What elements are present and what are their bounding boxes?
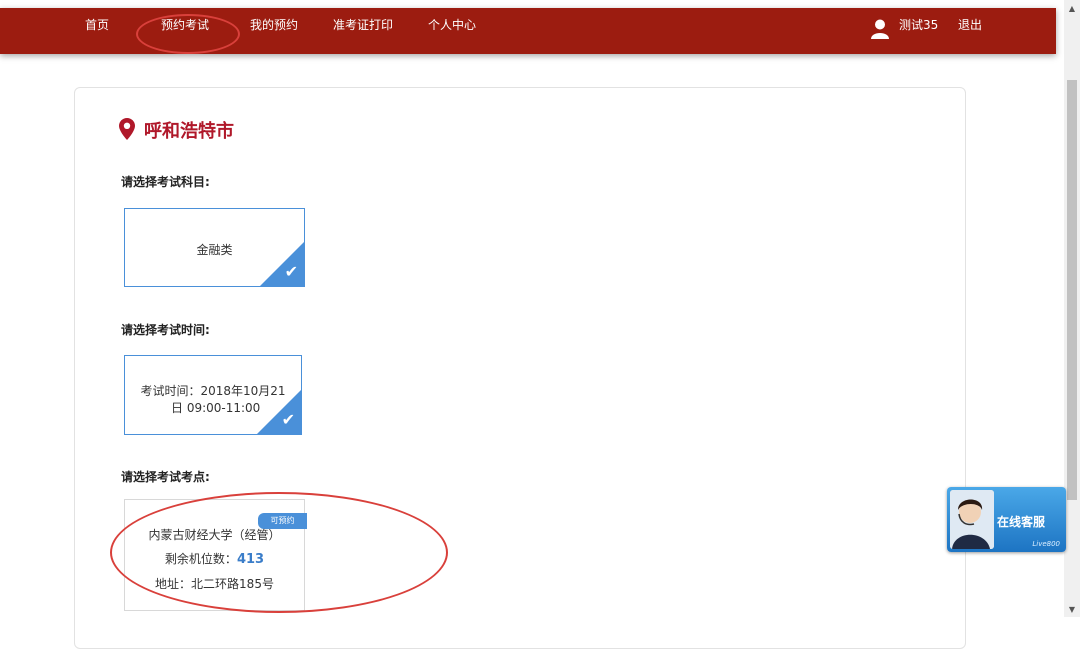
scroll-down-icon[interactable]: ▼: [1064, 603, 1080, 617]
check-icon: ✔: [284, 262, 298, 281]
support-agent-avatar: [950, 490, 994, 549]
support-label: 在线客服: [997, 515, 1046, 529]
time-section-label: 请选择考试时间:: [121, 323, 210, 337]
logout-link[interactable]: 退出: [958, 16, 982, 33]
nav-my-bookings[interactable]: 我的预约: [250, 16, 298, 33]
top-navbar: 首页 预约考试 我的预约 准考证打印 个人中心 测试35 退出: [0, 8, 1056, 54]
site-section-label: 请选择考试考点:: [121, 470, 210, 484]
nav-home[interactable]: 首页: [85, 16, 109, 33]
scroll-thumb[interactable]: [1067, 80, 1077, 500]
selected-corner: [256, 389, 302, 435]
check-icon: ✔: [281, 410, 295, 429]
nav-home-label: 首页: [85, 18, 110, 32]
nav-my-bookings-label: 我的预约: [250, 18, 299, 32]
online-support-widget[interactable]: 在线客服 Live800: [947, 487, 1066, 552]
user-name[interactable]: 测试35: [899, 16, 938, 33]
subject-section-label: 请选择考试科目:: [121, 175, 210, 189]
nav-personal-center-label: 个人中心: [428, 18, 477, 32]
user-icon[interactable]: [871, 19, 889, 39]
selected-corner: [259, 241, 305, 287]
top-strip: [0, 0, 1056, 8]
nav-book-exam-label: 预约考试: [161, 18, 210, 32]
support-brand: Live800: [1032, 540, 1060, 548]
scroll-up-icon[interactable]: ▲: [1064, 2, 1080, 16]
location-pin-icon: [119, 118, 135, 140]
annotation-circle-site: [110, 492, 448, 613]
nav-personal-center[interactable]: 个人中心: [428, 16, 476, 33]
agent-icon: [950, 490, 994, 549]
nav-admission-ticket-label: 准考证打印: [333, 18, 394, 32]
nav-admission-ticket[interactable]: 准考证打印: [333, 16, 393, 33]
nav-book-exam[interactable]: 预约考试: [161, 16, 209, 33]
subject-option-finance[interactable]: 金融类 ✔: [124, 208, 305, 287]
page-scrollbar[interactable]: ▲ ▼: [1064, 0, 1080, 617]
time-option[interactable]: 考试时间：2018年10月21 日 09:00-11:00 ✔: [124, 355, 302, 435]
city-title: 呼和浩特市: [144, 121, 234, 142]
